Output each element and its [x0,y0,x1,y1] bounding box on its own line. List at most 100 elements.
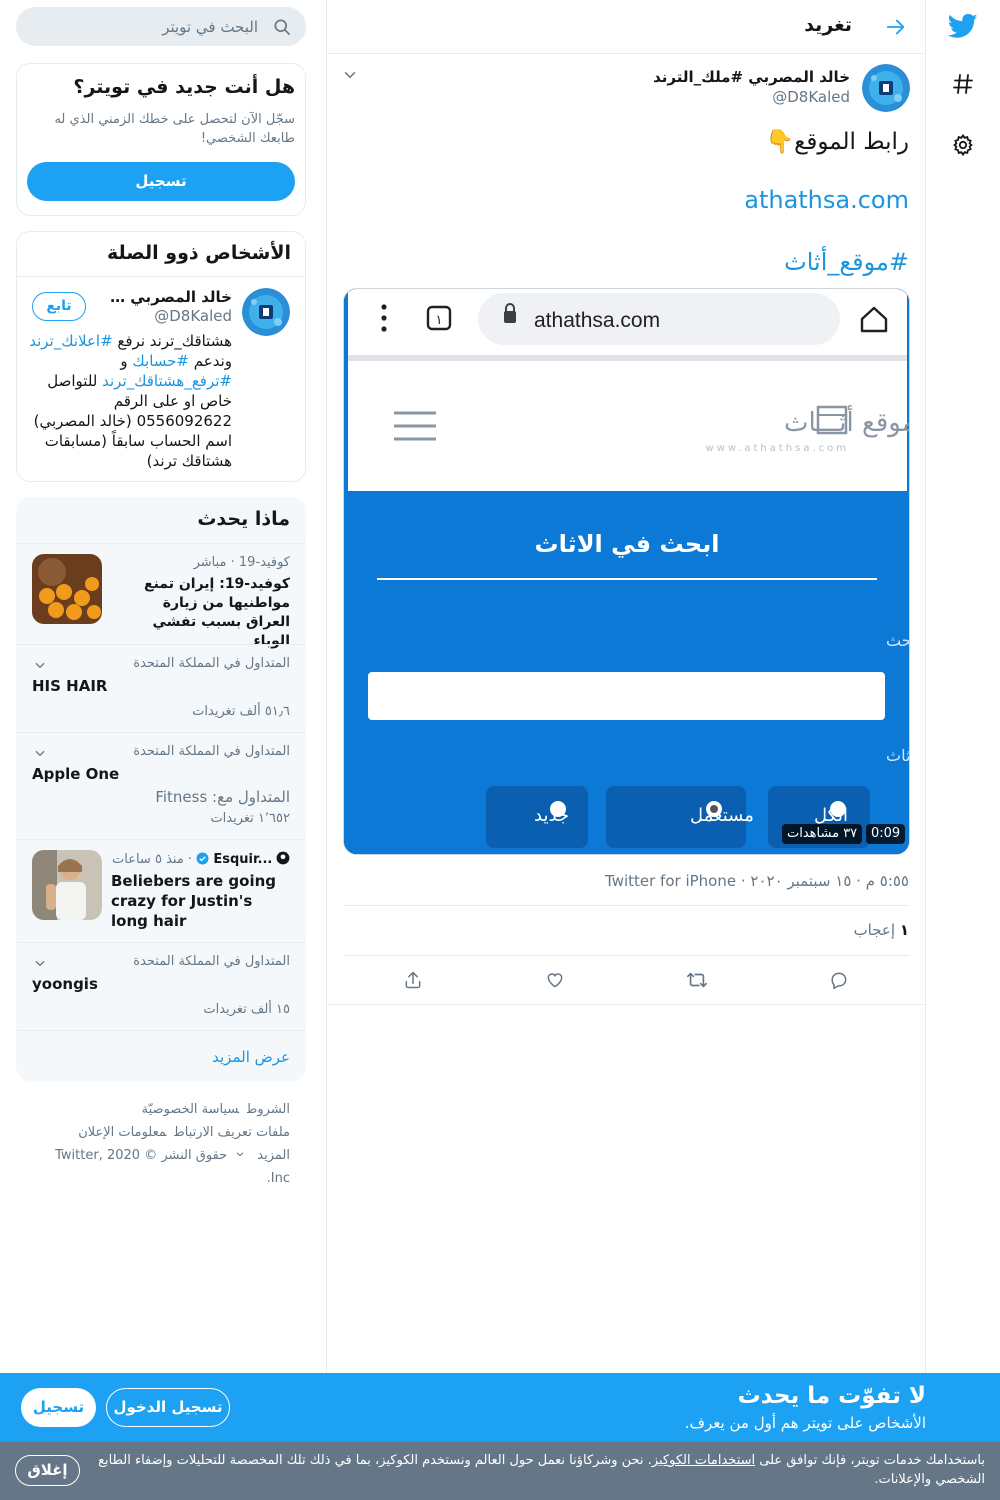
author-avatar[interactable] [862,64,910,112]
author-name[interactable]: خالد المصربي #ملك_الترند [653,68,850,86]
tweet-hashtag[interactable]: #موقع_أثاث [784,248,909,276]
author-handle[interactable]: @D8Kaled [772,88,850,106]
banner-signup-button[interactable]: تسجيل [21,1388,96,1427]
trend-meta: المتداول في المملكة المتحدة [133,656,290,671]
bio-hashtag[interactable]: #اعلانك_ترند [29,332,112,350]
news-source-avatar [277,851,290,865]
trend-meta: كوفيد-19 · مباشر [193,555,290,570]
whats-happening-title: ماذا يحدث [197,508,290,530]
banner-title: لا تفوّت ما يحدث [737,1383,926,1409]
reply-icon[interactable] [827,968,851,992]
trend-count: ١٥ ألف تغريدات [203,1002,290,1017]
footer-link-terms[interactable]: الشروط [247,1102,290,1117]
likes-count: ١ [899,921,909,939]
back-arrow-icon[interactable] [880,11,912,43]
divider [17,543,305,544]
twitter-logo-icon[interactable] [942,5,984,47]
new-to-twitter-card: هل أنت جديد في تويتر؟ سجّل الآن لتحصل عل… [16,63,306,216]
divider [17,942,305,943]
divider [17,276,305,277]
chevron-down-icon[interactable] [341,66,359,84]
chevron-down-icon[interactable] [33,955,47,969]
divider [17,1030,305,1031]
trend-count: ١٬٦٥٢ تغريدات [210,811,290,826]
trend-name: HIS HAIR [32,677,108,695]
news-time: منذ ٥ ساعات [112,852,184,867]
chevron-down-icon [236,1152,244,1157]
bio-text: و [120,352,133,370]
relevant-people-title: الأشخاص ذوو الصلة [107,242,291,264]
site-option-used: مستعمل [690,805,754,826]
footer-links: الشروط سياسة الخصوصيّة ملفات تعريف الارتب… [30,1098,290,1190]
settings-gear-icon[interactable] [942,124,984,166]
likes-label: إعجاب [853,921,896,939]
like-icon[interactable] [543,968,567,992]
trend-name: Beliebers are going crazy for Justin's l… [111,872,277,930]
browser-url: athathsa.com [534,309,660,332]
signup-banner: لا تفوّت ما يحدث الأشخاص على تويتر هم أو… [0,1373,1000,1442]
news-meta-row: منذ ٥ ساعات · Esquir... [112,851,292,869]
whats-happening-card: ماذا يحدث كوفيد-19 · مباشر كوفيد-19: إير… [16,497,306,1081]
tweet-link[interactable]: athathsa.com [744,186,909,214]
tweet-video[interactable]: athathsa.com ١ موقع أثـــاث www.athathsa… [343,288,910,855]
trend-count: ٥١٫٦ ألف تغريدات [192,704,290,719]
divider [17,839,305,840]
relevant-person-avatar[interactable] [242,288,290,336]
follow-button[interactable]: تابع [32,292,86,321]
cookie-policy-link[interactable]: استخدامات الكوكيز [652,1453,755,1468]
close-cookie-button[interactable]: إغلاق [15,1455,80,1486]
site-keyword-label: كلمة البحث [886,631,910,650]
show-more-link[interactable]: عرض المزيد [212,1048,290,1066]
banner-subtitle: الأشخاص على تويتر هم أول من يعرف. [684,1414,926,1432]
footer-link-more[interactable]: المزيد [235,1148,290,1163]
retweet-icon[interactable] [685,968,709,992]
chevron-down-icon[interactable] [33,745,47,759]
column-header: تغريد [327,0,926,54]
relevant-person-handle[interactable]: @D8Kaled [154,307,232,325]
trend-name: yoongis [32,975,98,993]
page-title: تغريد [804,14,852,36]
site-option-all: الكل [814,805,848,826]
bio-hashtag[interactable]: #حسابك [132,352,189,370]
footer-link-cookies[interactable]: ملفات تعريف الارتباط [174,1125,290,1140]
bio-text: وندعم [189,352,232,370]
trend-name: كوفيد-19: إيران تمنع مواطنيها من زيارة ا… [144,576,290,649]
tweet-timestamp[interactable]: ٥:٥٥ م · ١٥ سبتمبر ٢٠٢٠ · Twitter for iP… [605,872,909,890]
video-views-badge: ٣٧ مشاهدات [782,824,863,844]
hashtag-icon[interactable] [942,63,984,105]
footer-link-privacy[interactable]: سياسة الخصوصيّة [142,1102,239,1117]
footer-link-ads-info[interactable]: معلومات الإعلان [78,1125,166,1140]
search-input[interactable] [38,7,258,46]
login-button[interactable]: تسجيل الدخول [106,1388,230,1427]
site-option-new: جديد [534,805,569,826]
likes-stat[interactable]: ١ إعجاب [854,921,909,939]
search-bar[interactable] [16,7,306,46]
bio-hashtag[interactable]: #ترفع_هشتاقك_ترند [102,372,232,390]
signup-button[interactable]: تسجيل [27,162,295,201]
site-logo-sub: www.athathsa.com [706,443,849,454]
browser-tab-count: ١ [436,313,443,328]
relevant-person-name[interactable]: خالد المصربي #ملك_الترند [102,288,232,306]
tweet-text: رابط الموقع👇 [765,129,910,155]
divider [343,955,910,956]
search-icon [272,17,292,37]
trend-meta: المتداول في المملكة المتحدة [133,954,290,969]
divider [17,644,305,645]
new-to-twitter-title: هل أنت جديد في تويتر؟ [73,76,295,98]
new-to-twitter-subtitle: سجّل الآن لتحصل على خطك الزمني الذي له ط… [54,112,295,146]
news-source: Esquir... [213,852,273,867]
cookie-text: باستخدامك خدمات تويتر، فإنك توافق على اس… [98,1453,985,1487]
trend-thumbnail [32,850,102,920]
video-duration-badge: 0:09 [866,824,906,844]
divider [343,905,910,906]
trend-related: المتداول مع: Fitness [155,788,290,806]
divider [17,732,305,733]
cookie-banner: باستخدامك خدمات تويتر، فإنك توافق على اس… [0,1442,1000,1500]
verified-badge-icon [196,852,209,865]
share-icon[interactable] [401,968,425,992]
bio-text: هشتاقك_ترند نرفع [112,332,232,350]
nav-rail [926,0,1000,1500]
chevron-down-icon[interactable] [33,657,47,671]
relevant-people-card: الأشخاص ذوو الصلة خالد المصربي #ملك_التر… [16,231,306,482]
trend-thumbnail [32,554,102,624]
